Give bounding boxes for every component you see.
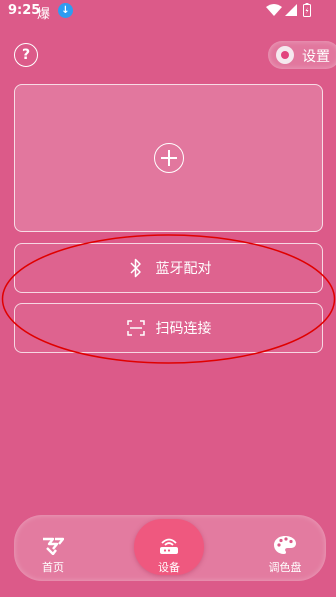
plus-circle-icon [154, 143, 184, 173]
bluetooth-pair-label: 蓝牙配对 [155, 261, 212, 277]
bottom-nav: 首页 设备 调色盘 [14, 515, 326, 581]
scan-connect-label: 扫码连接 [155, 321, 212, 337]
settings-icon [276, 46, 294, 64]
wifi-icon [266, 4, 282, 16]
palette-icon [274, 536, 296, 554]
settings-label: 设置 [302, 49, 330, 65]
signal-icon [285, 4, 297, 16]
add-device-card[interactable] [14, 84, 323, 232]
nav-item-home[interactable]: 首页 [18, 523, 88, 575]
download-icon: ↓ [58, 3, 73, 18]
nav-label-device: 设备 [158, 561, 180, 574]
nav-item-palette[interactable]: 调色盘 [250, 523, 320, 575]
nav-label-palette: 调色盘 [268, 561, 302, 574]
nav-label-home: 首页 [42, 561, 64, 574]
status-time: 9:25 [8, 3, 41, 18]
bluetooth-icon [126, 258, 146, 278]
battery-icon [303, 3, 311, 17]
home-logo-icon [43, 537, 64, 555]
nav-item-device[interactable]: 设备 [134, 519, 204, 575]
scan-icon [126, 318, 146, 338]
status-glyph: 爆 [37, 7, 51, 22]
settings-button[interactable]: 设置 [268, 41, 336, 69]
device-icon [160, 538, 178, 554]
status-bar: 9:25 爆 ↓ [0, 0, 336, 24]
scan-connect-button[interactable]: 扫码连接 [14, 303, 323, 353]
help-icon[interactable]: ? [14, 43, 38, 67]
bluetooth-pair-button[interactable]: 蓝牙配对 [14, 243, 323, 293]
